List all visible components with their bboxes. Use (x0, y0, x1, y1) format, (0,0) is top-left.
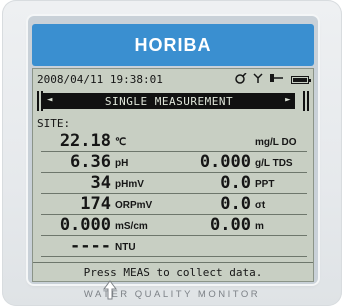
brand-strip: HORIBA (32, 24, 314, 66)
status-message: Press MEAS to collect data. (33, 262, 313, 281)
measurement-value: ---- (70, 236, 111, 256)
screen-title: SINGLE MEASUREMENT (104, 94, 234, 108)
measurement-unit: pHmV (115, 179, 144, 190)
measurement-value: 22.18 (59, 131, 111, 151)
measurement-value: 0.000 (199, 152, 251, 172)
site-label: SITE: (37, 117, 71, 130)
measurement-unit: m (255, 221, 264, 232)
measurement-unit: g/L TDS (255, 158, 293, 169)
measurement-unit: pH (115, 158, 129, 169)
status-icons (235, 72, 311, 87)
measurement-value: 0.0 (220, 173, 251, 193)
battery-fill (293, 78, 307, 82)
measurement-value: 0.0 (220, 194, 251, 214)
measurement-value: 6.36 (70, 152, 111, 172)
measurement-value: 0.000 (59, 215, 111, 235)
measurement-row: 0.000 mS/cm 0.00 m (41, 215, 307, 236)
next-screen-arrow-icon[interactable]: ► (285, 95, 291, 105)
pointer-arrow-icon (103, 280, 117, 300)
measurement-row: 6.36 pH 0.000 g/L TDS (41, 152, 307, 173)
measurement-unit: NTU (115, 242, 136, 253)
battery-icon (291, 76, 311, 84)
screen-title-bar[interactable]: ◄ SINGLE MEASUREMENT ► (43, 93, 295, 109)
measurement-unit: σt (255, 200, 266, 211)
prev-screen-arrow-icon[interactable]: ◄ (47, 95, 53, 105)
measurement-unit: ℃ (115, 137, 127, 148)
brand-logo: HORIBA (134, 34, 212, 55)
measurement-unit: PPT (255, 179, 275, 190)
product-label: WATER QUALITY MONITOR (83, 289, 261, 300)
measurement-unit: mg/L DO (255, 137, 297, 148)
measurement-value: 34 (90, 173, 111, 193)
measurement-value: 0.00 (210, 215, 251, 235)
sensor-icon (235, 72, 247, 87)
measurement-unit: ORPmV (115, 200, 153, 211)
measurement-row: ---- NTU (41, 236, 307, 257)
measurement-value: 174 (80, 194, 111, 214)
status-bar: 2008/04/11 19:38:01 (37, 72, 311, 87)
lcd-screen: 2008/04/11 19:38:01 ◄ SINGLE MEASUREMENT… (32, 68, 314, 282)
measurement-table: 22.18 ℃ mg/L DO 6.36 pH 0.000 g/L TDS 34… (41, 131, 307, 257)
measurement-row: 22.18 ℃ mg/L DO (41, 131, 307, 152)
tab-edge-right (303, 91, 309, 111)
probe-icon (269, 73, 285, 87)
measurement-row: 174 ORPmV 0.0 σt (41, 194, 307, 215)
measurement-row: 34 pHmV 0.0 PPT (41, 173, 307, 194)
antenna-icon (253, 73, 263, 87)
measurement-unit: mS/cm (115, 221, 148, 232)
datetime-readout: 2008/04/11 19:38:01 (37, 73, 163, 86)
